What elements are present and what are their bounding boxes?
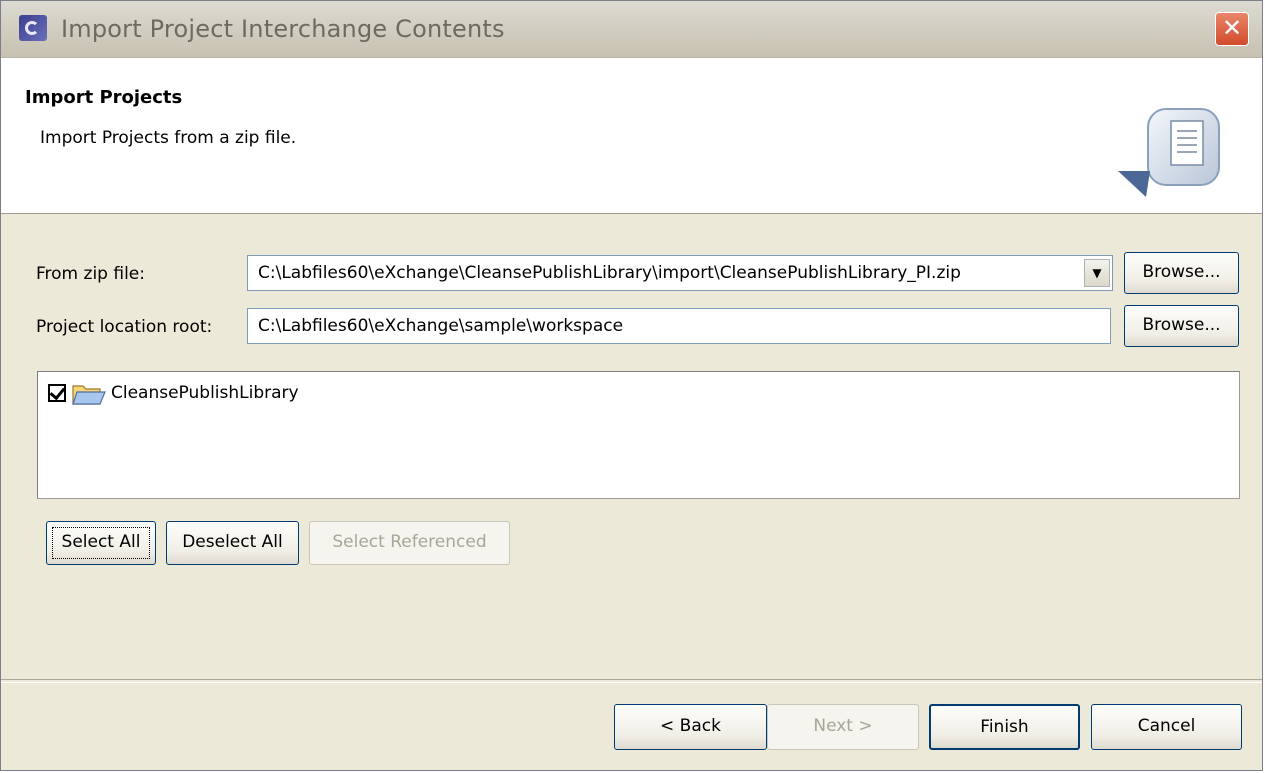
finish-button[interactable]: Finish (929, 704, 1080, 750)
window-title: Import Project Interchange Contents (61, 15, 505, 43)
location-root-value: C:\Labfiles60\eXchange\sample\workspace (258, 316, 624, 336)
close-button[interactable]: ✕ (1215, 12, 1249, 46)
next-button[interactable]: Next > (767, 704, 919, 750)
location-root-field[interactable]: C:\Labfiles60\eXchange\sample\workspace (247, 308, 1111, 344)
zip-file-combo[interactable]: C:\Labfiles60\eXchange\CleansePublishLib… (247, 255, 1113, 291)
page-title: Import Projects (25, 87, 183, 108)
cancel-button[interactable]: Cancel (1091, 704, 1242, 750)
wizard-header: Import Projects Import Projects from a z… (1, 58, 1262, 214)
select-all-button[interactable]: Select All (46, 521, 156, 565)
footer-separator (1, 679, 1262, 683)
eclipse-app-icon (19, 15, 47, 41)
import-dialog: Import Project Interchange Contents ✕ Im… (0, 0, 1263, 771)
deselect-all-button[interactable]: Deselect All (166, 521, 299, 565)
open-folder-icon (72, 385, 106, 405)
import-wizard-icon (1118, 108, 1220, 197)
select-referenced-button[interactable]: Select Referenced (309, 521, 510, 565)
wizard-body: From zip file: C:\Labfiles60\eXchange\Cl… (1, 214, 1262, 679)
project-label[interactable]: CleansePublishLibrary (111, 383, 299, 403)
root-browse-button[interactable]: Browse... (1124, 305, 1239, 347)
back-button[interactable]: < Back (614, 704, 767, 750)
project-list[interactable]: CleansePublishLibrary (37, 371, 1240, 499)
chevron-down-icon[interactable]: ▼ (1084, 259, 1110, 287)
zip-file-label: From zip file: (36, 264, 145, 284)
zip-file-value: C:\Labfiles60\eXchange\CleansePublishLib… (258, 263, 961, 283)
title-bar[interactable]: Import Project Interchange Contents ✕ (1, 1, 1262, 58)
page-description: Import Projects from a zip file. (40, 128, 297, 148)
zip-browse-button[interactable]: Browse... (1124, 252, 1239, 294)
location-root-label: Project location root: (36, 317, 213, 337)
project-checkbox[interactable] (48, 384, 66, 402)
